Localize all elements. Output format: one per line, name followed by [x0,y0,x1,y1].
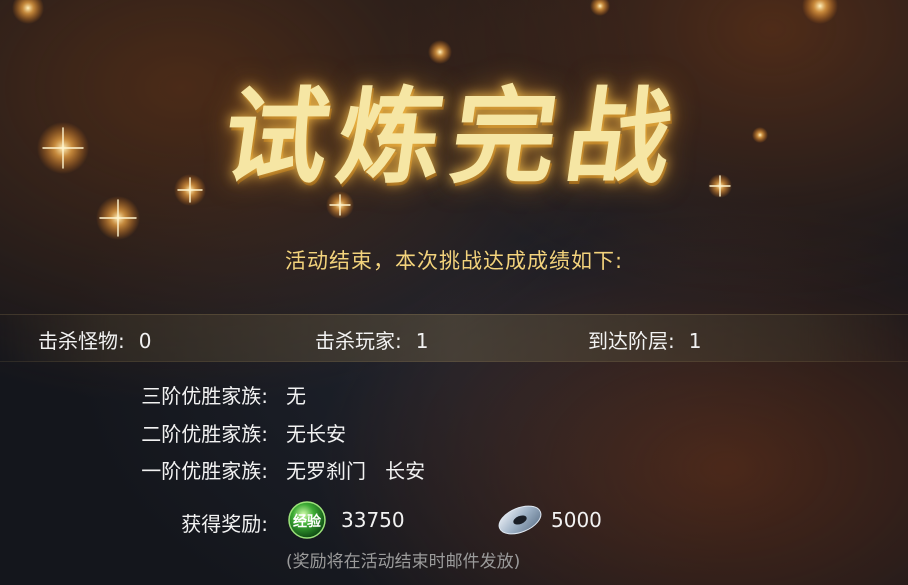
reward-mail-note: (奖励将在活动结束时邮件发放) [286,552,521,572]
family-row-tier1: 一阶优胜家族: 无罗刹门 长安 [0,455,908,485]
rewards-row: 获得奖励: [0,508,908,538]
stat-label: 击杀怪物: [38,329,125,353]
stat-label: 到达阶层: [588,329,675,353]
exp-orb-text: 经验 [293,513,322,530]
rewards-label: 获得奖励: [181,512,268,536]
coin-reward-value: 5000 [551,508,602,532]
exp-orb-icon: 经验 [288,501,326,539]
stat-value: 1 [688,329,702,353]
silver-coin-icon [498,505,542,535]
banner-title: 试炼完战 [216,75,690,198]
family-value: 无罗刹门 长安 [286,459,426,483]
exp-reward-value: 33750 [341,508,405,532]
family-value: 无长安 [286,422,346,446]
family-value: 无 [286,384,306,408]
family-row-tier2: 二阶优胜家族: 无长安 [0,418,908,448]
stat-players-killed: 击杀玩家: 1 [315,325,428,354]
stat-value: 1 [415,329,429,353]
stat-floor-reached: 到达阶层: 1 [588,325,701,354]
result-subtitle: 活动结束，本次挑战达成成绩如下: [284,249,624,273]
family-row-tier3: 三阶优胜家族: 无 [0,380,908,410]
stat-monsters-killed: 击杀怪物: 0 [38,325,151,354]
family-label: 一阶优胜家族: [141,459,268,483]
stat-label: 击杀玩家: [315,329,402,353]
stat-value: 0 [138,329,152,353]
family-label: 三阶优胜家族: [141,384,268,408]
family-label: 二阶优胜家族: [141,422,268,446]
